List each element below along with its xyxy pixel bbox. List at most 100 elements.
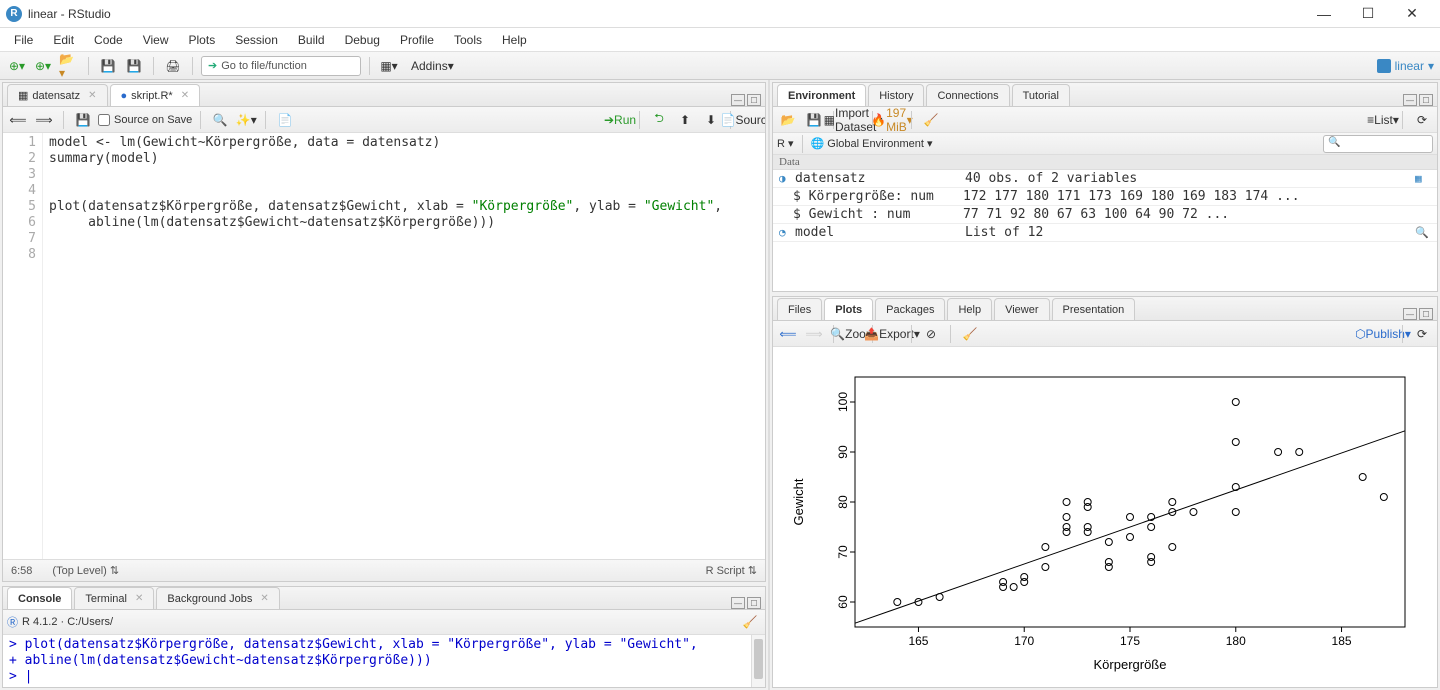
env-row-model[interactable]: ◔ model List of 12 🔍 [773, 224, 1437, 242]
tab-history[interactable]: History [868, 84, 924, 106]
minimize-pane-icon[interactable]: — [1403, 308, 1417, 320]
language-scope[interactable]: R ▾ [777, 137, 794, 150]
project-name: linear [1395, 59, 1424, 73]
save-workspace-icon[interactable]: 💾 [803, 109, 825, 131]
addins-dropdown[interactable]: Addins ▾ [404, 56, 461, 76]
menu-plots[interactable]: Plots [179, 31, 226, 49]
tab-console[interactable]: Console [7, 587, 72, 609]
publish-button[interactable]: ⬡ Publish ▾ [1372, 323, 1394, 345]
menu-tools[interactable]: Tools [444, 31, 492, 49]
tab-connections[interactable]: Connections [926, 84, 1009, 106]
menu-profile[interactable]: Profile [390, 31, 444, 49]
menu-build[interactable]: Build [288, 31, 335, 49]
project-selector[interactable]: linear ▾ [1377, 59, 1434, 73]
tab-terminal[interactable]: Terminal✕ [74, 587, 154, 609]
zoom-button[interactable]: 🔍 Zoom [842, 323, 864, 345]
menu-view[interactable]: View [133, 31, 179, 49]
svg-text:185: 185 [1332, 634, 1352, 648]
tab-help[interactable]: Help [947, 298, 992, 320]
save-icon[interactable]: 💾 [97, 55, 119, 77]
goto-section-down-icon[interactable]: ⬇ [700, 109, 722, 131]
menu-session[interactable]: Session [225, 31, 288, 49]
maximize-pane-icon[interactable]: ☐ [747, 94, 761, 106]
maximize-button[interactable]: ☐ [1346, 0, 1390, 28]
tab-viewer[interactable]: Viewer [994, 298, 1049, 320]
tab-packages[interactable]: Packages [875, 298, 945, 320]
source-button[interactable]: 📄 Source ▾ [739, 109, 761, 131]
menu-code[interactable]: Code [84, 31, 133, 49]
clear-env-icon[interactable]: 🧹 [920, 109, 942, 131]
grid-icon[interactable]: ▦▾ [378, 55, 400, 77]
minimize-pane-icon[interactable]: — [731, 597, 745, 609]
tab-presentation[interactable]: Presentation [1052, 298, 1136, 320]
export-button[interactable]: 📤 Export ▾ [881, 323, 903, 345]
close-icon[interactable]: ✕ [135, 593, 143, 604]
clear-plots-icon[interactable]: 🧹 [959, 323, 981, 345]
tab-environment[interactable]: Environment [777, 84, 866, 106]
tab-tutorial[interactable]: Tutorial [1012, 84, 1070, 106]
maximize-pane-icon[interactable]: ☐ [1419, 308, 1433, 320]
open-file-icon[interactable]: 📂▾ [58, 55, 80, 77]
import-dataset-button[interactable]: ▦ Import Dataset ▾ [842, 109, 864, 131]
close-icon[interactable]: ✕ [260, 593, 268, 604]
maximize-pane-icon[interactable]: ☐ [747, 597, 761, 609]
cursor-position: 6:58 [11, 565, 32, 577]
env-row-datensatz[interactable]: ◑ datensatz 40 obs. of 2 variables ▦ [773, 170, 1437, 188]
tab-plots[interactable]: Plots [824, 298, 873, 320]
new-file-icon[interactable]: ⊕▾ [6, 55, 28, 77]
inspect-icon[interactable]: 🔍 [1415, 226, 1429, 239]
expand-icon[interactable]: ◑ [779, 172, 793, 185]
goto-file-function[interactable]: ➔Go to file/function [201, 56, 361, 76]
rerun-icon[interactable]: ⮌ [648, 109, 670, 131]
code-content[interactable]: model <- lm(Gewicht~Körpergröße, data = … [43, 133, 765, 559]
menu-file[interactable]: File [4, 31, 43, 49]
plot-prev-icon[interactable]: ⟸ [777, 323, 799, 345]
refresh-icon[interactable]: ⟳ [1411, 109, 1433, 131]
menu-edit[interactable]: Edit [43, 31, 84, 49]
maximize-pane-icon[interactable]: ☐ [1419, 94, 1433, 106]
plot-next-icon[interactable]: ⟹ [803, 323, 825, 345]
env-search-input[interactable] [1323, 135, 1433, 153]
remove-plot-icon[interactable]: ⊘ [920, 323, 942, 345]
save-icon[interactable]: 💾 [72, 109, 94, 131]
code-editor[interactable]: 12345678 model <- lm(Gewicht~Körpergröße… [3, 133, 765, 559]
clear-console-icon[interactable]: 🧹 [739, 611, 761, 633]
close-icon[interactable]: ✕ [88, 90, 96, 101]
compile-icon[interactable]: 📄 [274, 109, 296, 131]
refresh-plot-icon[interactable]: ⟳ [1411, 323, 1433, 345]
run-button[interactable]: ➔ Run [609, 109, 631, 131]
new-project-icon[interactable]: ⊕▾ [32, 55, 54, 77]
close-button[interactable]: ✕ [1390, 0, 1434, 28]
print-icon[interactable]: 🖨 [162, 55, 184, 77]
tab-background-jobs[interactable]: Background Jobs✕ [156, 587, 279, 609]
tab-datensatz[interactable]: ▦ datensatz ✕ [7, 84, 108, 106]
menu-debug[interactable]: Debug [335, 31, 390, 49]
environment-pane: Environment History Connections Tutorial… [772, 82, 1438, 292]
view-list-button[interactable]: ≡ List ▾ [1372, 109, 1394, 131]
back-icon[interactable]: ⟸ [7, 109, 29, 131]
r-version-path: R 4.1.2 · C:/Users/ [22, 616, 113, 628]
scope-selector[interactable]: (Top Level) ⇅ [52, 564, 119, 577]
minimize-pane-icon[interactable]: — [1403, 94, 1417, 106]
forward-icon[interactable]: ⟹ [33, 109, 55, 131]
close-icon[interactable]: ✕ [181, 90, 189, 101]
grid-icon[interactable]: ▦ [1415, 172, 1429, 185]
load-workspace-icon[interactable]: 📂 [777, 109, 799, 131]
scrollbar[interactable] [751, 635, 765, 687]
wand-icon[interactable]: ✨▾ [235, 109, 257, 131]
env-row-var: $ Körpergröße: num 172 177 180 171 173 1… [773, 188, 1437, 206]
tab-skript[interactable]: ● skript.R* ✕ [110, 84, 201, 106]
save-all-icon[interactable]: 💾 [123, 55, 145, 77]
source-on-save-checkbox[interactable] [98, 114, 110, 126]
tab-files[interactable]: Files [777, 298, 822, 320]
language-selector[interactable]: R Script ⇅ [706, 564, 757, 577]
console-output[interactable]: > plot(datensatz$Körpergröße, datensatz$… [3, 635, 765, 687]
svg-text:Gewicht: Gewicht [791, 478, 806, 525]
memory-usage[interactable]: 🔥 197 MiB ▾ [881, 109, 903, 131]
minimize-pane-icon[interactable]: — [731, 94, 745, 106]
minimize-button[interactable]: — [1302, 0, 1346, 28]
env-scope[interactable]: 🌐 Global Environment ▾ [811, 137, 933, 150]
find-icon[interactable]: 🔍 [209, 109, 231, 131]
menu-help[interactable]: Help [492, 31, 537, 49]
goto-section-up-icon[interactable]: ⬆ [674, 109, 696, 131]
